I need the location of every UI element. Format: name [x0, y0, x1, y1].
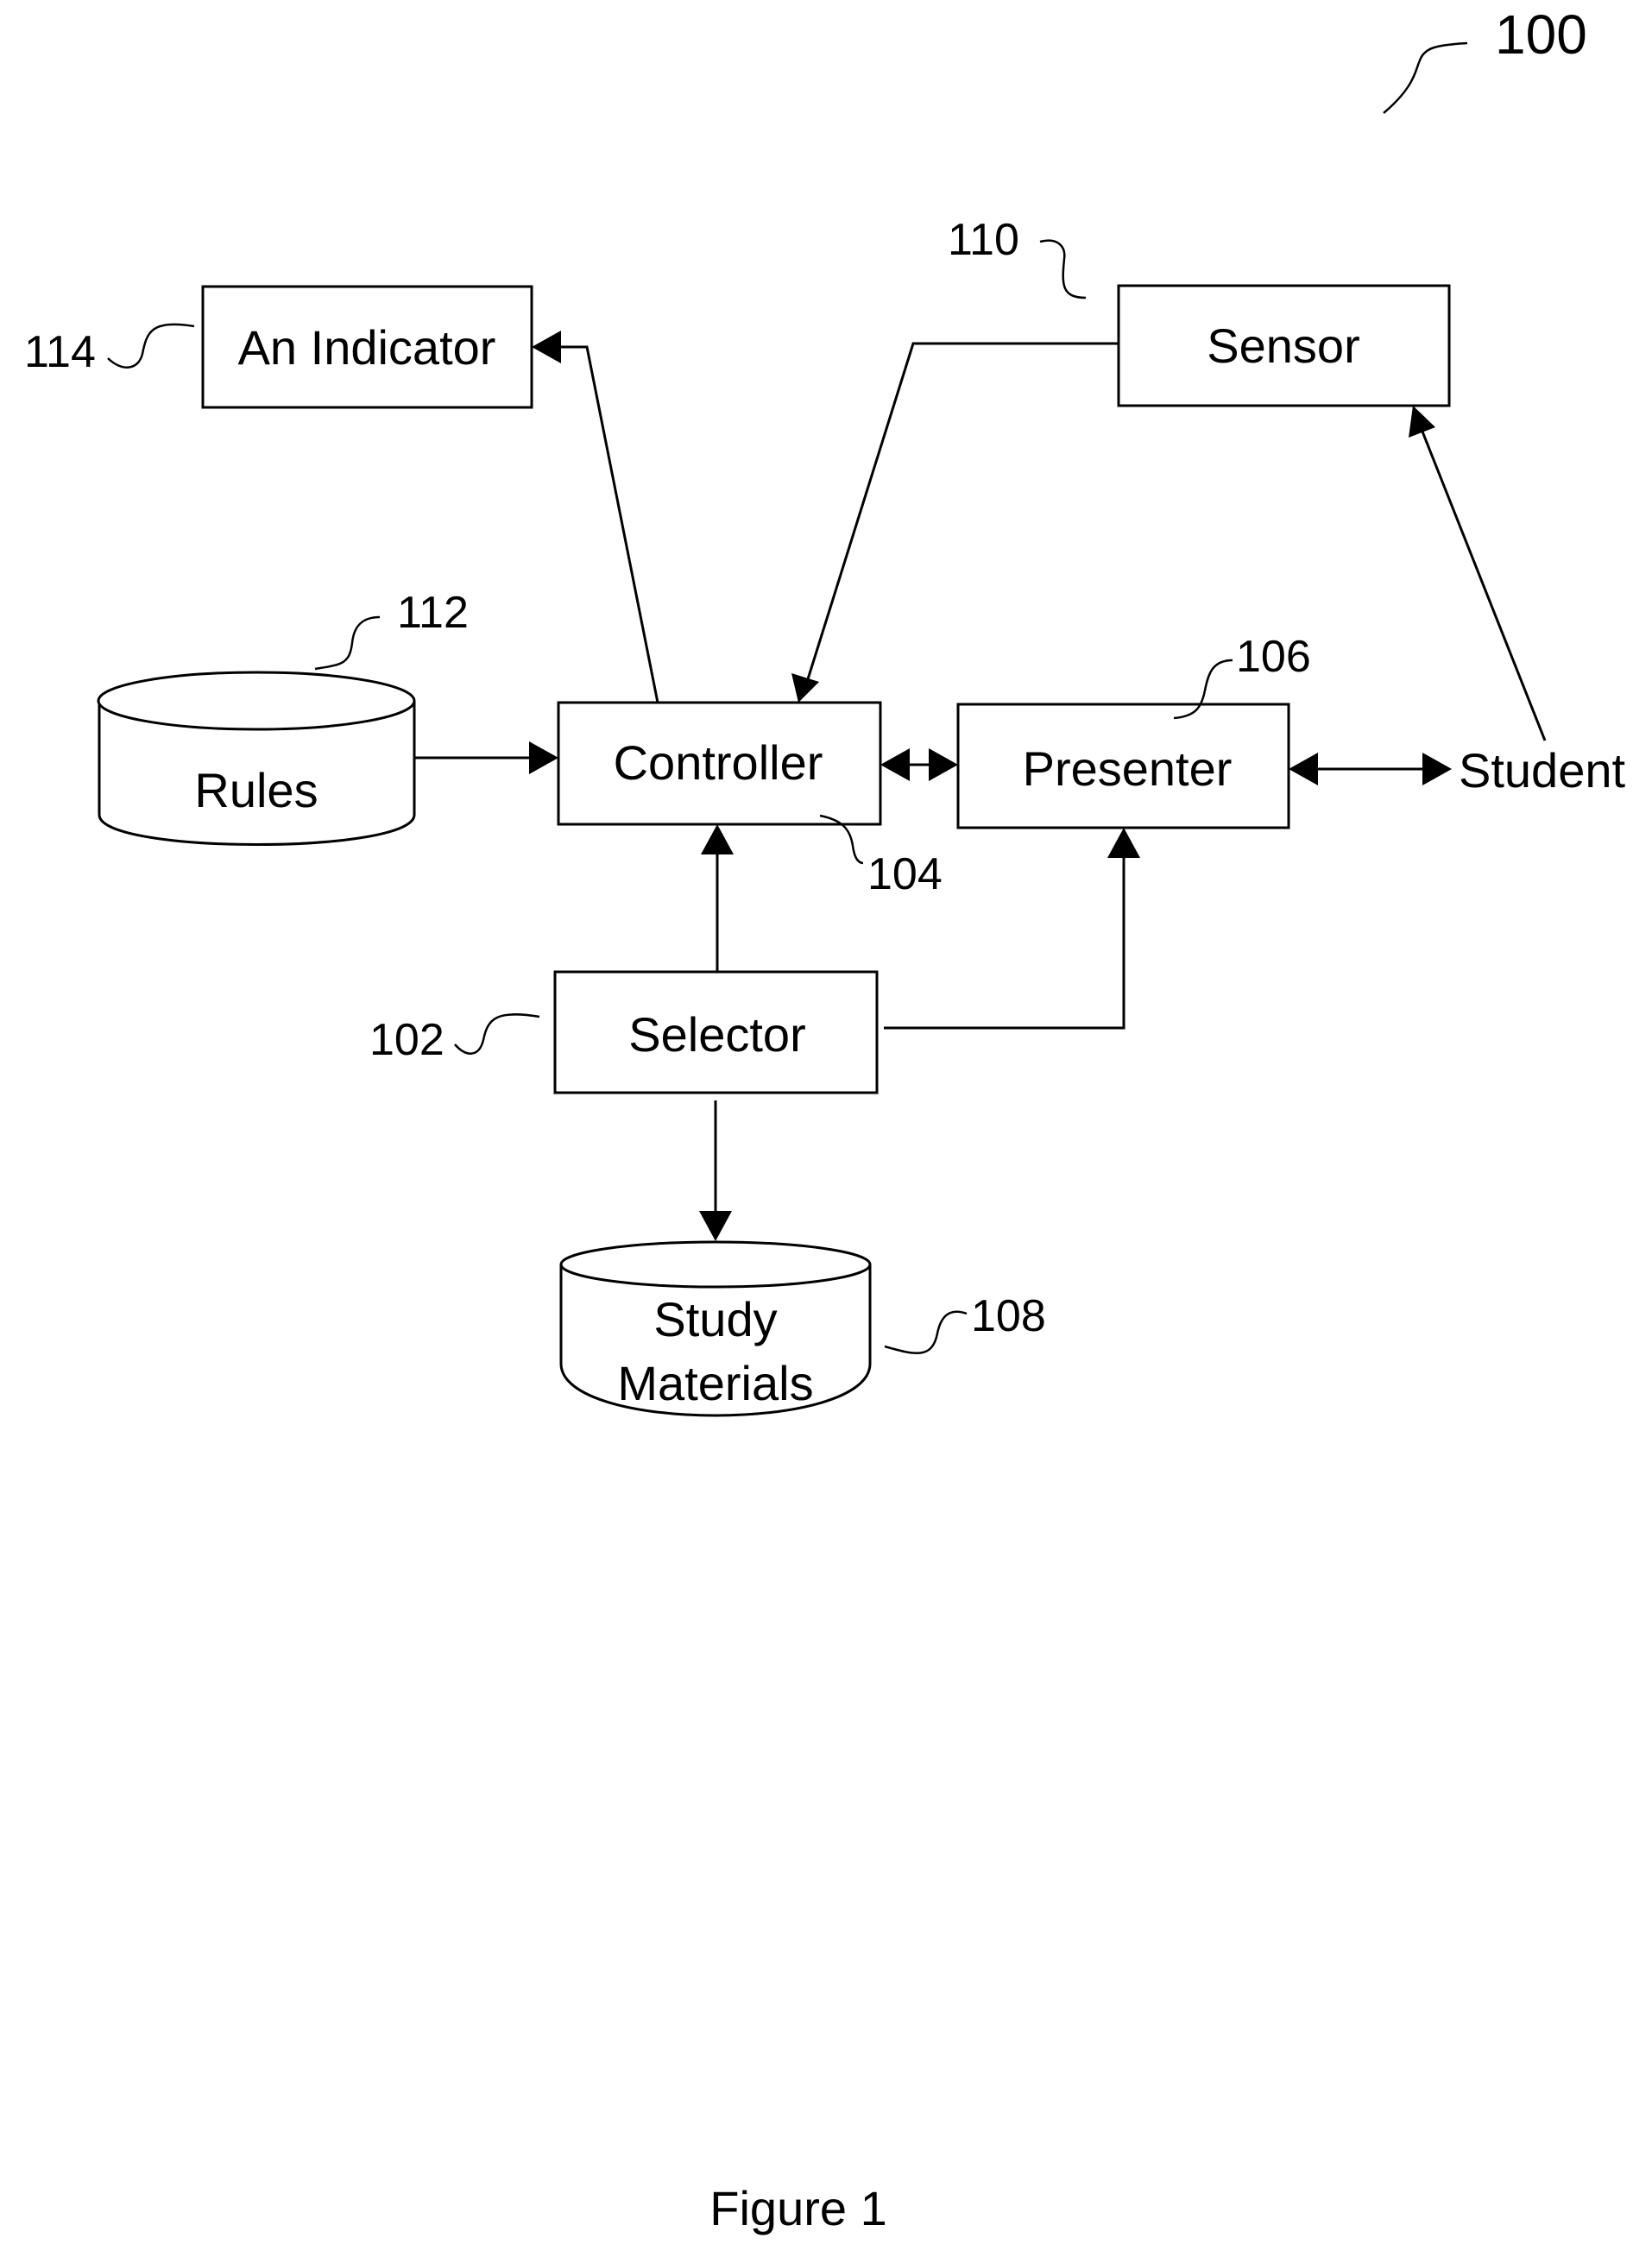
rules-ref: 112: [397, 588, 469, 638]
selector-label: Selector: [628, 1007, 805, 1062]
study-materials-cylinder-top: [559, 1240, 872, 1289]
edge-presenter-student: [1289, 753, 1452, 785]
edge-controller-presenter: [880, 748, 958, 781]
arrowhead: [1422, 753, 1452, 785]
arrowhead: [699, 1211, 732, 1241]
sensor-ref-leader: [1039, 239, 1087, 299]
sensor-node[interactable]: Sensor: [1117, 284, 1451, 407]
block-diagram: 100 An Indicator 114 Sensor 110 Rules 11…: [24, 3, 1625, 2235]
presenter-node[interactable]: Presenter: [956, 703, 1290, 829]
arrowhead: [1107, 828, 1140, 858]
edge-selector-to-controller: [701, 824, 734, 972]
rules-cylinder-top: [97, 671, 416, 731]
presenter-label: Presenter: [1023, 741, 1233, 796]
edge-selector-to-study-materials: [699, 1100, 732, 1241]
rules-label: Rules: [194, 763, 318, 817]
indicator-node[interactable]: An Indicator: [201, 285, 533, 409]
study-materials-label-line2: Materials: [617, 1356, 813, 1410]
presenter-ref: 106: [1236, 632, 1311, 682]
controller-ref: 104: [867, 849, 943, 899]
indicator-label: An Indicator: [238, 320, 496, 375]
student-label: Student: [1459, 743, 1625, 798]
study-materials-ref-leader: [884, 1310, 968, 1354]
indicator-ref: 114: [24, 327, 96, 377]
sensor-label: Sensor: [1207, 318, 1359, 373]
arrowhead: [532, 331, 561, 363]
figure-number-label: 100: [1495, 3, 1587, 66]
figure-number-leader: [1383, 41, 1468, 114]
selector-node[interactable]: Selector: [553, 970, 879, 1094]
arrowhead: [880, 748, 910, 781]
study-materials-label-line1: Study: [653, 1292, 777, 1346]
indicator-ref-leader: [107, 323, 195, 369]
rules-database[interactable]: Rules: [97, 671, 416, 846]
edge-student-to-sensor: [1409, 406, 1547, 741]
controller-label: Controller: [614, 735, 823, 790]
edge-rules-to-controller: [414, 741, 558, 774]
selector-ref: 102: [369, 1015, 445, 1065]
controller-node[interactable]: Controller: [557, 701, 882, 826]
arrowhead: [1289, 753, 1318, 785]
arrowhead: [791, 673, 819, 703]
edge-controller-to-indicator: [532, 331, 659, 703]
study-materials-ref: 108: [971, 1291, 1046, 1341]
study-materials-database[interactable]: Study Materials: [559, 1240, 872, 1417]
arrowhead: [701, 824, 734, 854]
figure-caption: Figure 1: [709, 2181, 886, 2235]
arrowhead: [929, 748, 958, 781]
sensor-ref: 110: [948, 215, 1019, 265]
rules-ref-leader: [314, 615, 381, 671]
edge-sensor-to-controller: [791, 342, 1119, 703]
arrowhead: [529, 741, 558, 774]
selector-ref-leader: [454, 1013, 540, 1055]
